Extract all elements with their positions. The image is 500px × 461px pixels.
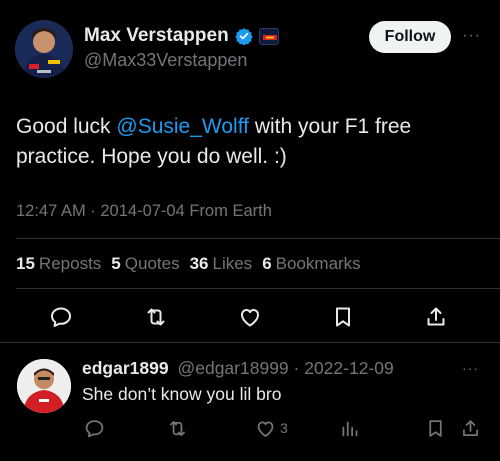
- mention-link[interactable]: @Susie_Wolff: [116, 115, 249, 138]
- reply-author-name[interactable]: edgar1899: [82, 358, 169, 378]
- reply-reply-icon[interactable]: [84, 417, 105, 439]
- reply-action-bar: 3: [0, 417, 500, 439]
- tweet-timestamp[interactable]: 12:47 AM · 2014-07-04 From Earth: [16, 202, 272, 221]
- author-handle[interactable]: @Max33Verstappen: [84, 50, 247, 71]
- divider: [16, 288, 500, 289]
- author-avatar[interactable]: [15, 20, 73, 78]
- verified-badge-icon[interactable]: [234, 27, 253, 46]
- stat-likes[interactable]: 36 Likes: [190, 254, 253, 274]
- reply-heart-icon[interactable]: [255, 418, 276, 439]
- tweet-text: Good luck @Susie_Wolff with your F1 free…: [16, 112, 486, 172]
- divider: [16, 238, 500, 239]
- reply-text: She don’t know you lil bro: [82, 384, 282, 404]
- repost-icon[interactable]: [143, 304, 169, 330]
- reply-like[interactable]: 3: [255, 417, 288, 439]
- reply-bookmark-icon[interactable]: [425, 417, 446, 439]
- stat-count: 6: [262, 254, 272, 273]
- stat-count: 15: [16, 254, 35, 273]
- divider: [0, 342, 500, 343]
- stat-label: Reposts: [38, 254, 102, 273]
- stat-label: Quotes: [124, 254, 180, 273]
- stat-label: Likes: [212, 254, 253, 273]
- reply-more-options-icon[interactable]: ···: [462, 360, 479, 376]
- views-icon[interactable]: [339, 417, 360, 439]
- tweet-text-start: Good luck: [16, 115, 117, 138]
- heart-icon[interactable]: [237, 304, 263, 330]
- reply-author-handle[interactable]: @edgar18999: [177, 358, 288, 378]
- reply-date[interactable]: · 2022-12-09: [294, 358, 394, 378]
- affiliation-badge-icon[interactable]: [258, 27, 279, 45]
- author-name[interactable]: Max Verstappen: [84, 25, 279, 47]
- share-icon[interactable]: [423, 304, 449, 330]
- reply-share-icon[interactable]: [460, 417, 481, 439]
- author-name-text[interactable]: Max Verstappen: [84, 25, 229, 47]
- stat-label: Bookmarks: [275, 254, 361, 273]
- bookmark-icon[interactable]: [330, 304, 356, 330]
- reply-icon[interactable]: [48, 304, 74, 330]
- engagement-stats: 15 Reposts 5 Quotes 36 Likes 6 Bookmarks: [16, 254, 361, 274]
- tweet-detail-page: Max Verstappen @Max33Verstappen Follow ·…: [0, 0, 500, 461]
- follow-button[interactable]: Follow: [369, 21, 451, 53]
- stat-reposts[interactable]: 15 Reposts: [16, 254, 101, 274]
- more-options-icon[interactable]: ···: [462, 27, 481, 45]
- reply-repost-icon[interactable]: [167, 417, 188, 439]
- stat-count: 5: [111, 254, 121, 273]
- reply-like-count: 3: [280, 420, 288, 436]
- reply-header: edgar1899 @edgar18999 · 2022-12-09: [82, 358, 394, 379]
- stat-bookmarks[interactable]: 6 Bookmarks: [262, 254, 361, 274]
- stat-count: 36: [189, 254, 209, 273]
- reply-avatar[interactable]: [17, 359, 71, 413]
- stat-quotes[interactable]: 5 Quotes: [111, 254, 179, 274]
- tweet-action-bar: [0, 304, 500, 330]
